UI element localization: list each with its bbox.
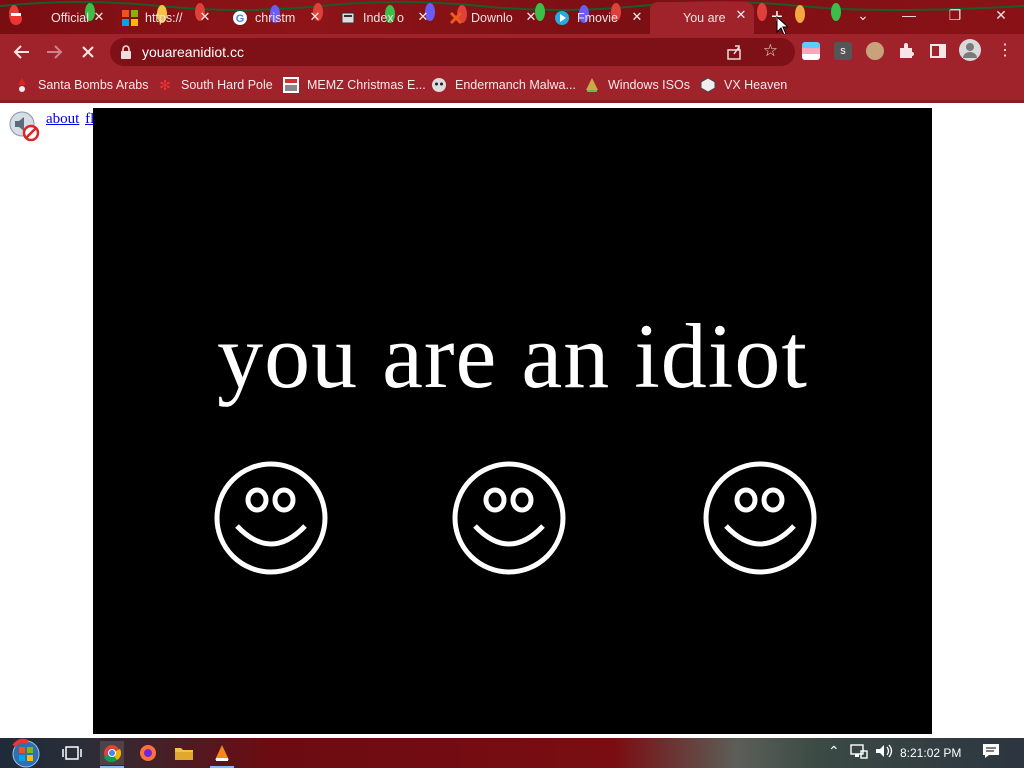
bookmark-vx-heaven[interactable]: VX Heaven [700,76,787,94]
windows-start-orb-icon [12,738,40,768]
bookmark-label: VX Heaven [724,78,788,92]
close-tab-icon[interactable]: ✕ [734,8,748,22]
stop-x-icon [82,46,94,58]
tab-4[interactable]: Downlo ✕ [448,4,544,32]
taskbar-clock[interactable]: 8:21:02 PM [900,746,961,760]
tab-title: Fmovie [577,11,618,25]
puzzle-extensions-icon[interactable] [897,42,915,60]
microsoft-icon [122,10,138,26]
back-button[interactable] [10,40,34,64]
show-hidden-icons-chevron[interactable]: ⌃ [828,743,840,760]
flag-extension-icon[interactable] [802,42,820,60]
volume-icon[interactable] [874,743,894,762]
page-icon [650,10,666,26]
lock-icon [121,45,131,59]
close-tab-icon[interactable]: ✕ [416,10,430,24]
idiot-animation-stage[interactable]: you are an idiot [93,108,932,734]
tab-title: Official [51,11,89,25]
windows-iso-icon [584,77,600,93]
snowflake-icon: ✻ [159,76,171,93]
file-explorer-taskbar-icon[interactable] [172,741,196,765]
memz-icon [283,77,299,93]
mouse-cursor-icon [776,16,788,36]
browser-toolbar: youareanidiot.cc ☆ s ⋮ [0,34,1024,70]
svg-text:G: G [236,13,245,25]
start-button[interactable] [8,738,44,768]
windows-taskbar: ⌃ 8:21:02 PM [0,738,1024,768]
bookmark-label: Endermanch Malwa... [455,78,576,92]
close-tab-icon[interactable]: ✕ [630,10,644,24]
tab-title: Index o [363,11,405,25]
tab-search-chevron-icon[interactable]: ⌄ [840,0,886,30]
tab-strip: Official ✕ https:// ✕ G christm ✕ Index … [0,0,1024,36]
headline-text: you are an idiot [217,305,808,407]
santa-icon [14,77,30,93]
tab-title: christm [255,11,296,25]
s-extension-icon[interactable]: s [834,42,852,60]
tab-0[interactable]: Official ✕ [8,4,112,32]
address-bar[interactable]: youareanidiot.cc ☆ [110,38,795,66]
bookmark-santa-bombs-arabs[interactable]: Santa Bombs Arabs [14,76,148,94]
web-page: about flash you are an idiot [0,103,1024,737]
tab-title: Downlo [471,11,513,25]
close-tab-icon[interactable]: ✕ [308,10,322,24]
network-icon[interactable] [850,743,868,762]
side-panel-icon[interactable] [929,42,947,60]
play-icon [554,10,570,26]
index-icon [340,10,356,26]
bookmark-south-hard-pole[interactable]: ✻ South Hard Pole [157,76,273,94]
chrome-taskbar-icon[interactable] [100,741,124,768]
tab-title: You are [683,11,726,25]
bookmark-label: Santa Bombs Arabs [38,78,149,92]
bookmarks-bar: Santa Bombs Arabs ✻ South Hard Pole MEMZ… [0,70,1024,103]
smiley-face-icon [214,461,328,575]
download-x-icon [448,10,464,26]
bookmark-label: Windows ISOs [608,78,690,92]
vx-heaven-icon [700,77,716,93]
tab-3[interactable]: Index o ✕ [340,4,436,32]
forward-arrow-icon [47,45,63,59]
restore-button[interactable]: ❐ [932,0,978,30]
close-window-button[interactable]: ✕ [978,0,1024,30]
bookmark-windows-isos[interactable]: Windows ISOs [584,76,690,94]
close-tab-icon[interactable]: ✕ [198,10,212,24]
smiley-face-icon [452,461,566,575]
vlc-taskbar-icon[interactable] [210,741,234,768]
close-tab-icon[interactable]: ✕ [524,10,538,24]
smiley-face-icon [703,461,817,575]
close-tab-icon[interactable]: ✕ [92,10,106,24]
tab-6-active[interactable]: You are ✕ [650,2,754,34]
tab-1[interactable]: https:// ✕ [122,4,218,32]
bookmark-label: MEMZ Christmas E... [307,78,426,92]
about-link[interactable]: about [46,111,79,127]
tab-2[interactable]: G christm ✕ [232,4,328,32]
more-menu-icon[interactable]: ⋮ [996,42,1014,60]
santa-icon [8,10,24,26]
back-arrow-icon [13,45,29,59]
tab-5[interactable]: Fmovie ✕ [554,4,650,32]
google-icon: G [232,10,248,26]
profile-avatar[interactable] [959,39,981,61]
bookmark-memz-christmas[interactable]: MEMZ Christmas E... [283,76,426,94]
bookmark-label: South Hard Pole [181,78,273,92]
task-view-icon[interactable] [60,741,84,765]
notifications-icon[interactable] [982,743,1000,762]
share-icon[interactable] [725,43,743,61]
tab-title: https:// [145,11,183,25]
avatar-extension-icon[interactable] [866,42,884,60]
endermanch-icon [431,77,447,93]
bookmark-endermanch-malware[interactable]: Endermanch Malwa... [431,76,576,94]
stop-loading-button[interactable] [76,40,100,64]
minimize-button[interactable]: — [886,0,932,30]
bookmark-star-icon[interactable]: ☆ [763,41,778,61]
firefox-taskbar-icon[interactable] [136,741,160,765]
url-text[interactable]: youareanidiot.cc [142,44,244,60]
forward-button[interactable] [42,40,66,64]
muted-speaker-icon[interactable] [8,110,40,142]
